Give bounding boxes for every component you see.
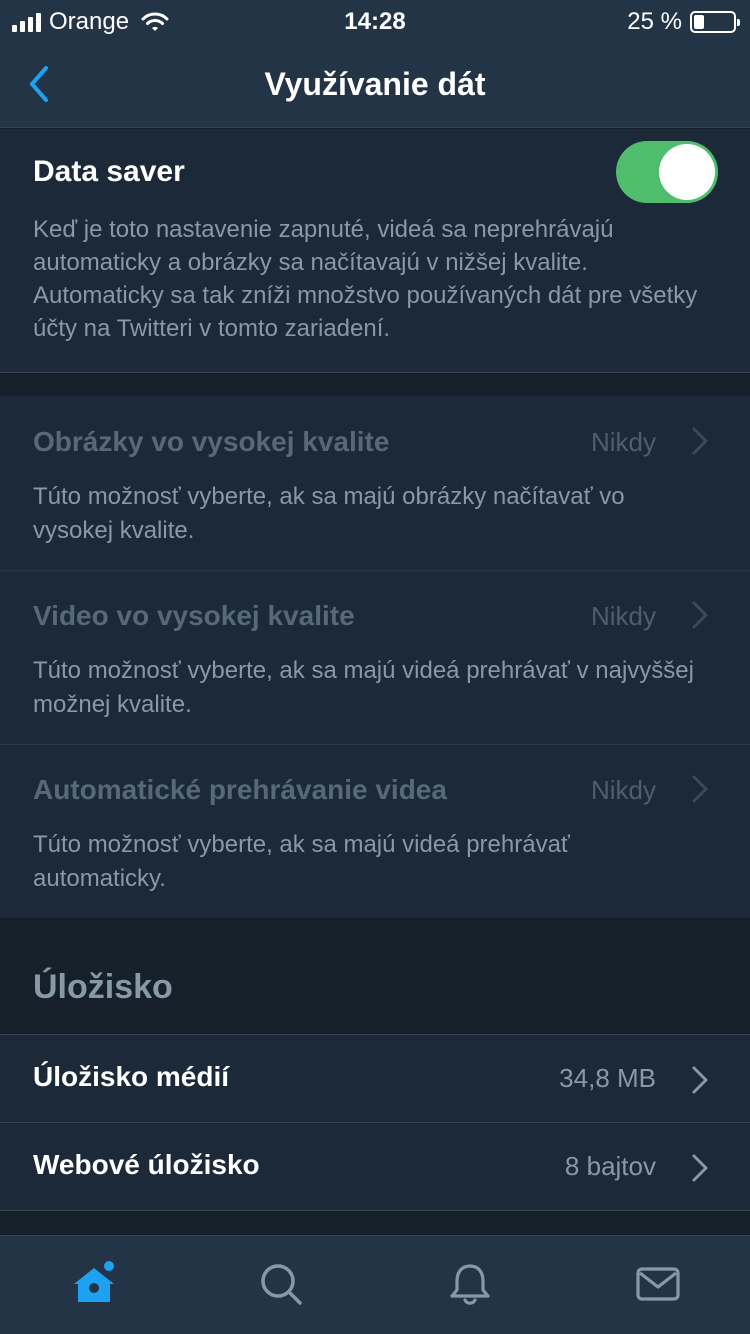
tab-home[interactable]	[70, 1260, 118, 1308]
search-icon	[261, 1264, 302, 1305]
setting-high-quality-images[interactable]: Obrázky vo vysokej kvalite Nikdy Túto mo…	[0, 396, 750, 570]
storage-section: Úložisko médií 34,8 MB Webové úložisko 8…	[0, 1034, 750, 1211]
data-saver-title: Data saver	[33, 155, 185, 188]
setting-title: Automatické prehrávanie videa	[33, 774, 447, 805]
tab-messages[interactable]	[634, 1260, 682, 1308]
chevron-right-icon	[692, 1066, 708, 1094]
status-bar: Orange 14:28 25 %	[0, 0, 750, 40]
messages-icon	[636, 1267, 680, 1301]
setting-video-autoplay[interactable]: Automatické prehrávanie videa Nikdy Túto…	[0, 744, 750, 918]
storage-item-value: 34,8 MB	[559, 1063, 656, 1093]
storage-item-title: Úložisko médií	[33, 1061, 230, 1092]
notifications-icon	[450, 1264, 490, 1305]
data-saver-section: Data saver Keď je toto nastavenie zapnut…	[0, 129, 750, 373]
storage-item-title: Webové úložisko	[33, 1149, 260, 1180]
setting-title: Video vo vysokej kvalite	[33, 600, 355, 631]
page-title: Využívanie dát	[264, 66, 486, 102]
battery-icon	[690, 11, 740, 33]
chevron-right-icon	[692, 1154, 708, 1182]
toggle-knob	[659, 144, 715, 200]
battery-percent: 25 %	[627, 8, 682, 35]
nav-bar: Využívanie dát	[0, 40, 750, 128]
storage-section-header: Úložisko	[33, 968, 173, 1006]
storage-item-value: 8 bajtov	[564, 1151, 656, 1181]
setting-high-quality-video[interactable]: Video vo vysokej kvalite Nikdy Túto možn…	[0, 570, 750, 744]
setting-value: Nikdy	[590, 601, 656, 631]
media-storage-row[interactable]: Úložisko médií 34,8 MB	[0, 1035, 750, 1123]
data-saver-description: Keď je toto nastavenie zapnuté, videá sa…	[33, 216, 698, 342]
setting-description: Túto možnosť vyberte, ak sa majú obrázky…	[33, 483, 625, 544]
web-storage-row[interactable]: Webové úložisko 8 bajtov	[0, 1123, 750, 1211]
setting-title: Obrázky vo vysokej kvalite	[33, 426, 390, 457]
status-right: 25 %	[627, 8, 740, 36]
home-icon	[74, 1261, 114, 1302]
tab-search[interactable]	[257, 1260, 305, 1308]
setting-value: Nikdy	[590, 775, 656, 805]
data-saver-toggle[interactable]	[616, 141, 718, 203]
battery-fill	[694, 15, 704, 29]
tab-notifications[interactable]	[446, 1260, 494, 1308]
chevron-right-icon	[692, 427, 708, 455]
setting-description: Túto možnosť vyberte, ak sa majú videá p…	[33, 831, 570, 892]
quality-settings-section: Obrázky vo vysokej kvalite Nikdy Túto mo…	[0, 396, 750, 918]
setting-description: Túto možnosť vyberte, ak sa majú videá p…	[33, 657, 694, 718]
chevron-right-icon	[692, 775, 708, 803]
setting-value: Nikdy	[590, 427, 656, 457]
tab-bar	[0, 1235, 750, 1334]
chevron-right-icon	[692, 601, 708, 629]
